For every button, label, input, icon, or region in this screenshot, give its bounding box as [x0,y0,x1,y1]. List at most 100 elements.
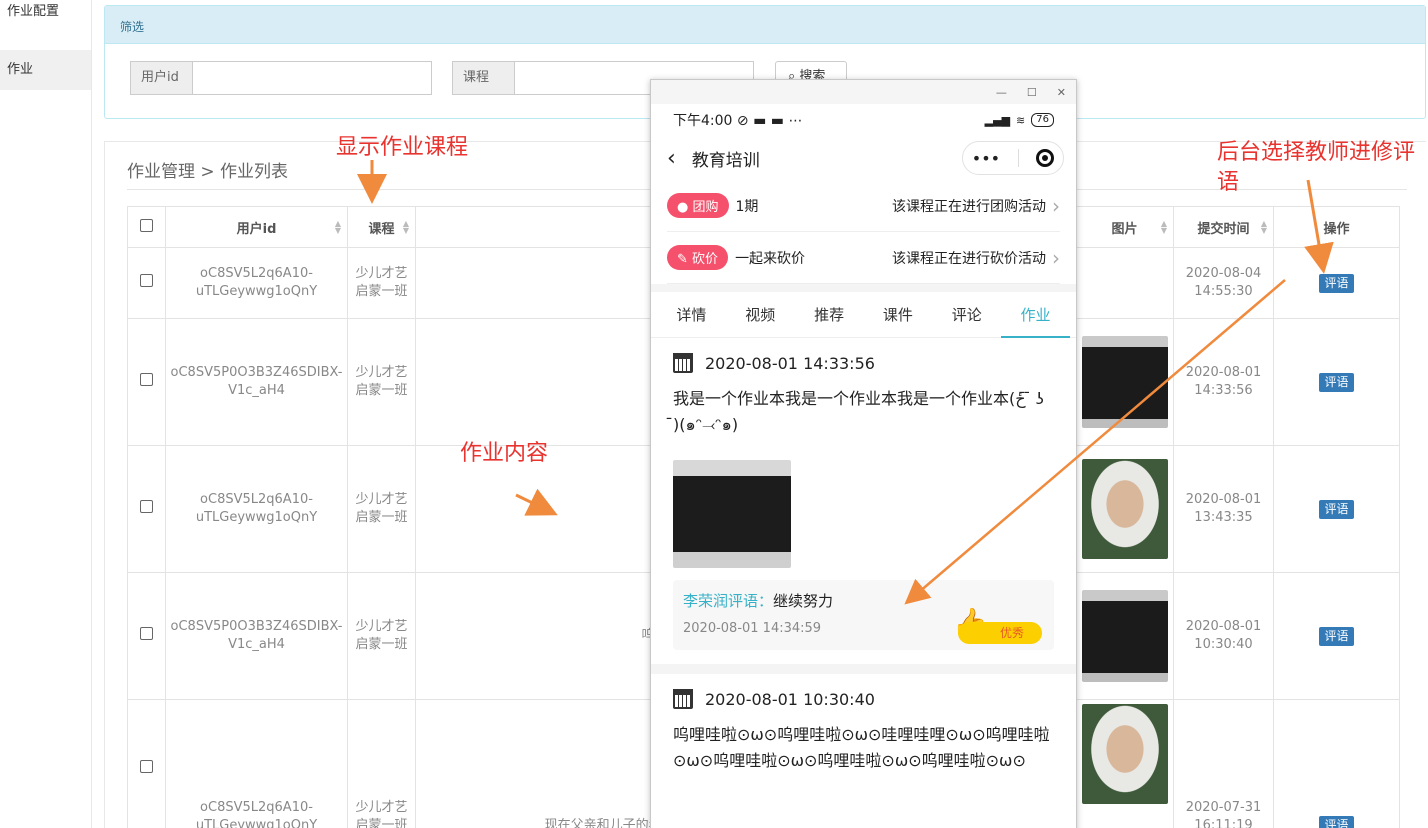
review-button[interactable]: 评语 [1319,273,1354,293]
tag-label: 砍价 [692,252,719,267]
minimize-icon[interactable]: — [996,86,1007,99]
portrait-thumbnail[interactable] [1081,459,1168,559]
excellent-badge: 优秀 [958,622,1042,644]
annotation-content: 作业内容 [460,441,549,466]
tab-detail[interactable]: 详情 [657,292,726,338]
group-buy-icon: ● [677,200,689,215]
review-button[interactable]: 评语 [1319,499,1354,519]
row-checkbox[interactable] [140,499,153,513]
maximize-icon[interactable]: ☐ [1027,86,1037,99]
cell-course: 少儿才艺启蒙一班 [347,247,416,319]
status-extra: ⋯ [788,113,803,129]
sidebar-item-label: 作业 [7,62,34,77]
sidebar: 作业配置 作业 [0,0,92,828]
promo-right: 该课程正在进行砍价活动 [892,250,1046,267]
tab-recommend[interactable]: 推荐 [795,292,864,338]
back-icon[interactable]: ‹ [667,146,676,171]
promo-right: 该课程正在进行团购活动 [892,198,1046,215]
col-submit-time[interactable]: 提交时间 ▲ ▼ [1173,206,1274,248]
cell-image [1075,445,1174,573]
sidebar-item-label: 作业配置 [7,4,60,19]
row-select-cell [127,445,166,573]
sidebar-item-homework[interactable]: 作业 [0,50,91,90]
homework-date-row: 2020-08-01 14:33:56 [673,348,1054,378]
section-gap [651,664,1076,674]
annotation-course: 显示作业课程 [336,135,469,160]
sidebar-item-homework-config[interactable]: 作业配置 [0,0,91,40]
col-course[interactable]: 课程 ▲ ▼ [347,206,416,248]
cell-time: 2020-08-01 14:33:56 [1173,318,1274,446]
user-id-filter-label: 用户id [131,62,193,94]
promo-group-buy[interactable]: ● 团购 1期 该课程正在进行团购活动 › [667,180,1060,232]
col-label: 课程 [368,221,395,237]
bargain-icon: ✎ [677,252,688,267]
battery-level: 76 [1031,113,1054,127]
promo-left: 1期 [735,198,759,215]
capsule-menu: ••• [962,141,1064,175]
row-select-cell [127,572,166,700]
promo-bargain[interactable]: ✎ 砍价 一起来砍价 该课程正在进行砍价活动 › [667,232,1060,284]
window-titlebar: — ☐ ✕ [651,80,1076,104]
homework-item: 2020-08-01 14:33:56 我是一个作业本我是一个作业本我是一个作业… [651,338,1076,650]
sort-icon[interactable]: ▲ ▼ [335,220,341,235]
promo-left: 一起来砍价 [735,250,806,267]
user-id-filter: 用户id [130,61,432,95]
tab-homework[interactable]: 作业 [1001,292,1070,338]
cell-user-id: oC8SV5L2q6A10-uTLGeywwg1oQnY [165,445,348,573]
col-label: 图片 [1111,221,1138,237]
phone-status-bar: 下午4:00 ⊘ ▬ ▬ ⋯ ▂▄▆ ≋ 76 [651,104,1076,136]
sort-icon[interactable]: ▲ ▼ [403,220,409,235]
portrait-thumbnail[interactable] [1081,704,1168,804]
select-all-cell [127,206,166,248]
cell-image [1075,699,1174,828]
cell-action: 评语 [1273,445,1400,573]
col-label: 操作 [1323,221,1350,237]
homework-date-row: 2020-08-01 10:30:40 [673,684,1054,714]
row-select-cell [127,318,166,446]
row-checkbox[interactable] [140,760,153,773]
tab-video[interactable]: 视频 [726,292,795,338]
homework-date: 2020-08-01 14:33:56 [705,353,875,373]
homework-image[interactable] [673,460,791,568]
col-label: 用户id [236,221,277,237]
group-buy-tag: ● 团购 [667,193,729,218]
keyboard-thumbnail[interactable] [1081,590,1168,682]
keyboard-thumbnail[interactable] [1081,336,1168,428]
signal-icon: ▂▄▆ [984,113,1011,127]
cell-image [1075,572,1174,700]
homework-date: 2020-08-01 10:30:40 [705,689,875,709]
review-button[interactable]: 评语 [1319,626,1354,646]
tab-comment[interactable]: 评论 [932,292,1001,338]
mini-program-title: 教育培训 [691,150,760,171]
col-user-id[interactable]: 用户id ▲ ▼ [165,206,348,248]
tag-label: 团购 [692,200,719,215]
col-image[interactable]: 图片 ▲ ▼ [1075,206,1174,248]
select-all-checkbox[interactable] [140,218,153,232]
user-id-input[interactable] [193,62,431,94]
more-icon[interactable]: ••• [972,149,1000,168]
cell-action: 评语 [1273,247,1400,319]
review-button[interactable]: 评语 [1319,372,1354,392]
exit-icon[interactable] [1036,149,1055,167]
sort-icon[interactable]: ▲ ▼ [1161,220,1167,235]
cell-action: 评语 [1273,318,1400,446]
row-checkbox[interactable] [140,626,153,640]
cell-user-id: oC8SV5P0O3B3Z46SDIBX-V1c_aH4 [165,318,348,446]
bargain-tag: ✎ 砍价 [667,245,729,270]
cell-time: 2020-08-01 10:30:40 [1173,572,1274,700]
col-label: 提交时间 [1197,221,1250,237]
course-tabs: 详情 视频 推荐 课件 评论 作业 [651,292,1076,338]
row-checkbox[interactable] [140,372,153,386]
cell-course: 少儿才艺启蒙一班 [347,445,416,573]
cell-user-id: oC8SV5L2q6A10-uTLGeywwg1oQnY [165,699,348,828]
homework-text: 呜哩哇啦⊙ω⊙呜哩哇啦⊙ω⊙哇哩哇哩⊙ω⊙呜哩哇啦⊙ω⊙呜哩哇啦⊙ω⊙呜哩哇啦⊙… [673,725,1050,770]
cell-action: 评语 [1273,572,1400,700]
annotation-teacher-review: 后台选择教师进修评语 [1217,140,1416,195]
review-button[interactable]: 评语 [1319,816,1354,828]
cell-course: 少儿才艺启蒙一班 [347,572,416,700]
tab-courseware[interactable]: 课件 [863,292,932,338]
close-icon[interactable]: ✕ [1057,86,1066,99]
sort-icon[interactable]: ▲ ▼ [1261,220,1267,235]
row-checkbox[interactable] [140,273,153,287]
chevron-right-icon: › [1052,245,1060,270]
